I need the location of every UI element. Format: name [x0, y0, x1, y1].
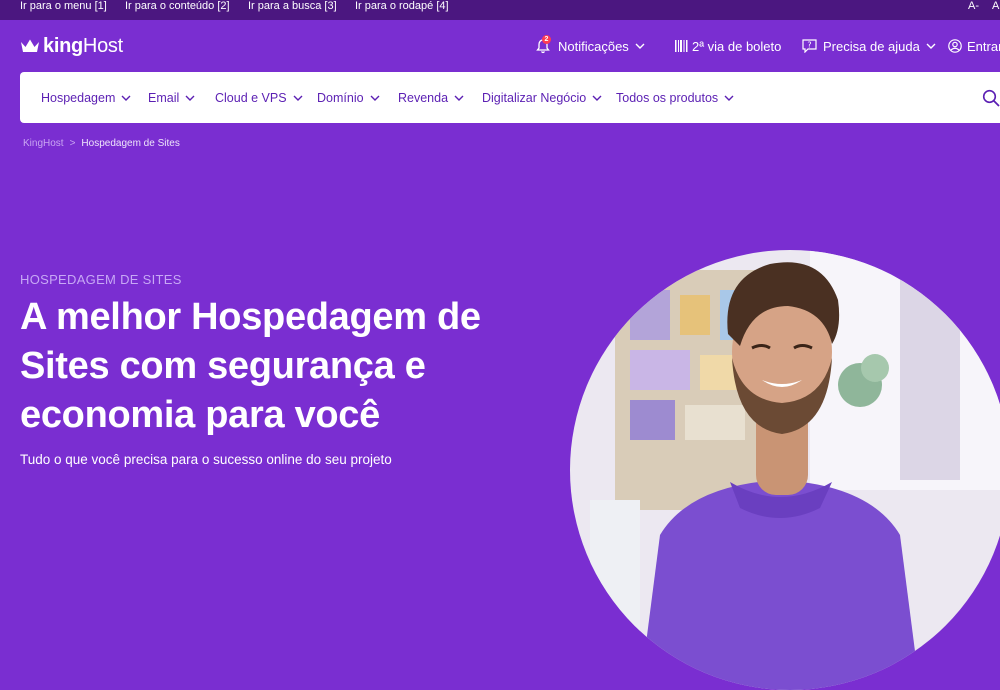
nav-item-label: Todos os produtos [616, 91, 719, 105]
nav-item-cloud-vps[interactable]: Cloud e VPS [215, 90, 303, 106]
hero-title: A melhor Hospedagem de Sites com seguran… [20, 296, 481, 436]
chevron-down-icon [926, 43, 936, 49]
chevron-down-icon [370, 95, 380, 101]
crown-icon [21, 39, 39, 52]
help-menu[interactable]: ? Precisa de ajuda [802, 36, 936, 56]
chevron-down-icon [293, 95, 303, 101]
skip-to-footer-link[interactable]: Ir para o rodapé [4] [355, 0, 449, 12]
hero-eyebrow: HOSPEDAGEM DE SITES [20, 272, 182, 287]
login-label: Entrar [967, 38, 1000, 54]
boleto-label: 2ª via de boleto [692, 38, 782, 54]
search-icon[interactable] [982, 89, 1000, 107]
breadcrumb: KingHost > Hospedagem de Sites [23, 138, 180, 149]
nav-item-dominio[interactable]: Domínio [317, 90, 380, 106]
barcode-icon [675, 40, 688, 52]
breadcrumb-separator: > [69, 138, 76, 149]
nav-item-label: Revenda [398, 91, 449, 105]
nav-item-label: Digitalizar Negócio [482, 91, 587, 105]
help-chat-icon: ? [802, 39, 817, 53]
nav-item-hospedagem[interactable]: Hospedagem [41, 90, 131, 106]
nav-item-revenda[interactable]: Revenda [398, 90, 464, 106]
chevron-down-icon [635, 43, 645, 49]
main-navigation: Hospedagem Email Cloud e VPS Domínio Rev… [20, 72, 1000, 123]
kinghost-logo[interactable]: kingHost [20, 34, 123, 58]
skip-to-search-link[interactable]: Ir para a busca [3] [248, 0, 337, 12]
chevron-down-icon [454, 95, 464, 101]
hero-subtitle: Tudo o que você precisa para o sucesso o… [20, 452, 392, 467]
nav-item-label: Hospedagem [41, 91, 116, 105]
nav-item-label: Cloud e VPS [215, 91, 287, 105]
skip-to-content-link[interactable]: Ir para o conteúdo [2] [125, 0, 230, 12]
notifications-menu[interactable]: 2 Notificações [536, 35, 645, 56]
bell-icon: 2 [536, 35, 551, 54]
breadcrumb-home-link[interactable]: KingHost [23, 138, 64, 149]
chevron-down-icon [185, 95, 195, 101]
skip-to-menu-link[interactable]: Ir para o menu [1] [20, 0, 107, 12]
nav-item-label: Email [148, 91, 180, 105]
chevron-down-icon [592, 95, 602, 101]
nav-item-digitalizar-negocio[interactable]: Digitalizar Negócio [482, 90, 602, 106]
svg-text:?: ? [807, 41, 811, 50]
chevron-down-icon [121, 95, 131, 101]
notification-count-badge: 2 [542, 35, 551, 44]
notifications-label: Notificações [558, 38, 629, 54]
logo-text-host: Host [82, 34, 123, 57]
nav-item-label: Domínio [317, 91, 364, 105]
nav-item-email[interactable]: Email [148, 90, 195, 106]
accessibility-bar: Ir para o menu [1] Ir para o conteúdo [2… [0, 0, 1000, 20]
font-increase-button[interactable]: A [992, 0, 999, 12]
nav-item-todos-produtos[interactable]: Todos os produtos [616, 90, 734, 106]
help-label: Precisa de ajuda [823, 38, 920, 54]
chevron-down-icon [724, 95, 734, 101]
user-icon [948, 39, 962, 53]
login-link[interactable]: Entrar [948, 36, 1000, 56]
boleto-link[interactable]: 2ª via de boleto [675, 36, 781, 56]
font-decrease-button[interactable]: A- [968, 0, 979, 12]
logo-text-king: king [43, 34, 83, 57]
logo-wordmark: kingHost [43, 35, 123, 58]
hero-photo [570, 250, 1000, 690]
breadcrumb-current: Hospedagem de Sites [81, 138, 180, 149]
